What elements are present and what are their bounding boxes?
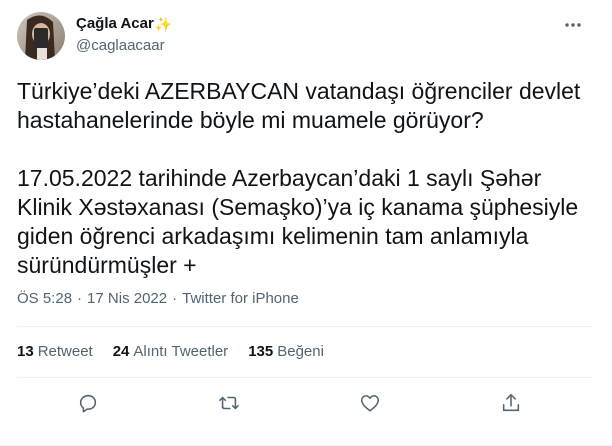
meta-separator: · (77, 290, 83, 307)
tweet-text: Türkiye’deki AZERBAYCAN vatandaşı öğrenc… (17, 78, 581, 278)
quotes-label: Alıntı Tweetler (133, 343, 229, 360)
author-name-row[interactable]: Çağla Acar ✨ (76, 15, 172, 32)
tweet-date[interactable]: 17 Nis 2022 (87, 290, 167, 307)
tweet-metadata: ÖS 5:28 · 17 Nis 2022 · Twitter for iPho… (17, 290, 299, 307)
tweet-time[interactable]: ÖS 5:28 (17, 290, 72, 307)
action-bar (0, 388, 612, 418)
divider (17, 326, 592, 327)
reply-button[interactable] (73, 388, 103, 418)
avatar-image (17, 12, 65, 60)
divider (17, 377, 592, 378)
author-name[interactable]: Çağla Acar (76, 15, 154, 32)
likes-count: 135 (248, 343, 274, 360)
share-button[interactable] (496, 388, 526, 418)
quotes-count: 24 (112, 343, 130, 360)
tweet-card: Çağla Acar ✨ @caglaacaar Türkiye’deki AZ… (0, 0, 612, 446)
tweet-source[interactable]: Twitter for iPhone (182, 290, 299, 307)
sparkles-emoji: ✨ (154, 15, 173, 32)
retweet-icon (219, 396, 239, 410)
like-button[interactable] (355, 388, 385, 418)
more-dots-icon (565, 23, 581, 27)
retweets-stat[interactable]: 13 Retweet (17, 343, 93, 360)
more-options-button[interactable] (562, 14, 584, 36)
retweets-label: Retweet (37, 343, 93, 360)
likes-label: Beğeni (277, 343, 324, 360)
meta-separator: · (172, 290, 178, 307)
likes-stat[interactable]: 135 Beğeni (248, 343, 324, 360)
author-handle[interactable]: @caglaacaar (76, 37, 165, 54)
engagement-stats: 13 Retweet 24 Alıntı Tweetler 135 Beğeni (17, 343, 344, 360)
quote-tweets-stat[interactable]: 24 Alıntı Tweetler (113, 343, 228, 360)
heart-icon (360, 395, 380, 412)
share-icon (502, 393, 520, 412)
reply-icon (79, 394, 97, 413)
retweets-count: 13 (17, 343, 34, 360)
avatar[interactable] (17, 12, 65, 60)
retweet-button[interactable] (214, 388, 244, 418)
